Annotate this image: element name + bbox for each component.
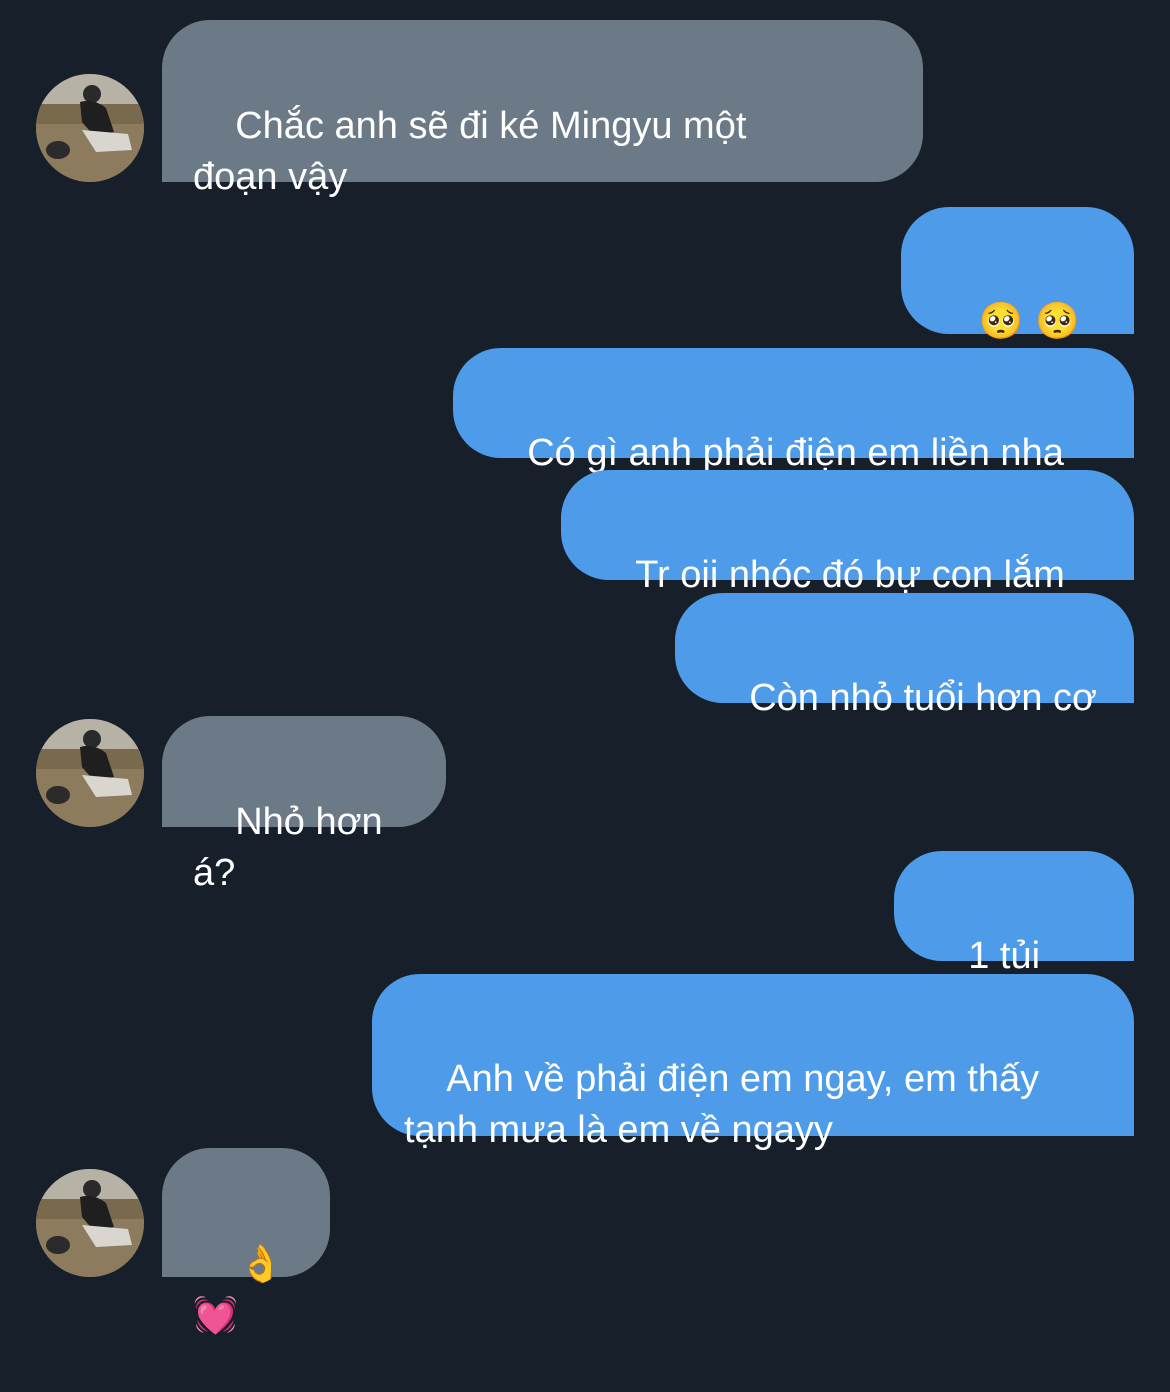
message-bubble-outgoing[interactable]: 🥺 🥺 🥺 — [901, 207, 1134, 393]
message-bubble-incoming[interactable]: Nhỏ hơn á? — [162, 716, 446, 894]
avatar[interactable] — [36, 1169, 144, 1277]
message-text: Còn nhỏ tuổi hơn cơ — [749, 677, 1097, 719]
message-bubble-outgoing[interactable]: Có gì anh phải điện em liền nha — [453, 348, 1134, 474]
message-bubble-outgoing[interactable]: Còn nhỏ tuổi hơn cơ — [675, 593, 1134, 719]
message-text: Nhỏ hơn á? — [193, 801, 394, 894]
emoji-text: 👌 💓 — [193, 1244, 296, 1336]
message-text: Tr oii nhóc đó bự con lắm — [635, 554, 1065, 596]
message-bubble-incoming[interactable]: 👌 💓 — [162, 1148, 330, 1336]
avatar[interactable] — [36, 74, 144, 182]
message-text: Có gì anh phải điện em liền nha — [527, 432, 1064, 474]
message-text: Chắc anh sẽ đi ké Mingyu một đoạn vậy — [193, 105, 747, 198]
avatar[interactable] — [36, 719, 144, 827]
message-bubble-outgoing[interactable]: 1 tủi thuii — [894, 851, 1134, 1028]
message-bubble-outgoing[interactable]: Tr oii nhóc đó bự con lắm — [561, 470, 1134, 596]
message-bubble-outgoing[interactable]: Anh về phải điện em ngay, em thấy tạnh m… — [372, 974, 1134, 1151]
message-text: Anh về phải điện em ngay, em thấy tạnh m… — [404, 1058, 1040, 1151]
message-bubble-incoming[interactable]: Chắc anh sẽ đi ké Mingyu một đoạn vậy — [162, 20, 923, 198]
